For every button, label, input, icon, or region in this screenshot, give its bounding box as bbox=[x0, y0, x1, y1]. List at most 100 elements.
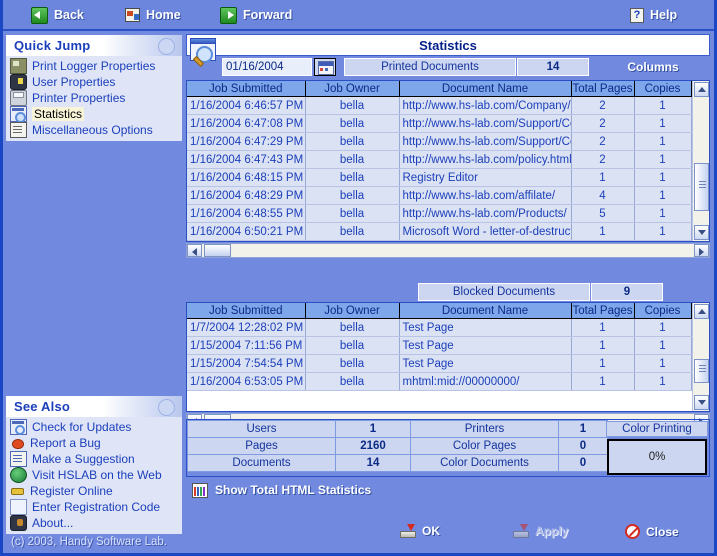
table-row[interactable]: 1/16/2004 6:53:05 PM bella mhtml:mid://0… bbox=[187, 372, 692, 391]
scrollbar-thumb[interactable] bbox=[204, 244, 231, 257]
column-header-job-submitted[interactable]: Job Submitted bbox=[187, 303, 306, 319]
cell-job-owner: bella bbox=[305, 222, 400, 241]
summary-value-printers: 1 bbox=[558, 420, 608, 438]
printed-grid-vertical-scrollbar[interactable] bbox=[692, 81, 709, 241]
statistics-search-icon bbox=[190, 38, 220, 68]
cell-job-submitted: 1/15/2004 7:11:56 PM bbox=[187, 336, 306, 355]
cell-job-submitted: 1/16/2004 6:48:55 PM bbox=[187, 204, 306, 223]
see-also-collapse-button[interactable] bbox=[158, 399, 175, 416]
column-header-copies[interactable]: Copies bbox=[634, 303, 692, 319]
table-row[interactable]: 1/15/2004 7:54:54 PM bella Test Page 1 1 bbox=[187, 354, 692, 373]
back-button[interactable]: Back bbox=[31, 5, 84, 25]
sidebar-item-label: Miscellaneous Options bbox=[32, 123, 153, 137]
cell-job-submitted: 1/16/2004 6:47:29 PM bbox=[187, 132, 306, 151]
cell-job-submitted: 1/16/2004 6:50:21 PM bbox=[187, 222, 306, 241]
cell-job-owner: bella bbox=[305, 150, 400, 169]
table-row[interactable]: 1/16/2004 6:46:57 PM bella http://www.hs… bbox=[187, 96, 692, 115]
cell-document-name: http://www.hs-lab.com/Products/ bbox=[399, 204, 572, 223]
column-header-job-owner[interactable]: Job Owner bbox=[305, 303, 400, 319]
cell-job-submitted: 1/15/2004 7:54:54 PM bbox=[187, 354, 306, 373]
table-row[interactable]: 1/16/2004 6:51:27 PM bella MINI-PACK 105… bbox=[187, 240, 692, 241]
summary-value-pages: 2160 bbox=[335, 437, 411, 455]
cell-job-owner: bella bbox=[305, 168, 400, 187]
table-row[interactable]: 1/16/2004 6:50:21 PM bella Microsoft Wor… bbox=[187, 222, 692, 241]
help-button[interactable]: ? Help bbox=[630, 5, 677, 25]
table-row[interactable]: 1/16/2004 6:48:55 PM bella http://www.hs… bbox=[187, 204, 692, 223]
table-row[interactable]: 1/16/2004 6:47:43 PM bella http://www.hs… bbox=[187, 150, 692, 169]
summary-label-documents: Documents bbox=[187, 454, 336, 472]
scrollbar-thumb[interactable] bbox=[694, 359, 709, 383]
blocked-grid-vertical-scrollbar[interactable] bbox=[692, 303, 709, 411]
sidebar-item-label: Make a Suggestion bbox=[32, 452, 135, 466]
table-row[interactable]: 1/7/2004 12:28:02 PM bella Test Page 1 1 bbox=[187, 318, 692, 337]
forward-button[interactable]: Forward bbox=[220, 5, 292, 25]
sidebar-item-user-properties[interactable]: User Properties bbox=[6, 74, 182, 90]
table-row[interactable]: 1/16/2004 6:48:15 PM bella Registry Edit… bbox=[187, 168, 692, 187]
cell-total-pages: 1 bbox=[571, 222, 635, 241]
column-header-total-pages[interactable]: Total Pages bbox=[571, 303, 635, 319]
table-row[interactable]: 1/16/2004 6:47:08 PM bella http://www.hs… bbox=[187, 114, 692, 133]
table-row[interactable]: 1/16/2004 6:47:29 PM bella http://www.hs… bbox=[187, 132, 692, 151]
ok-button[interactable]: OK bbox=[400, 524, 440, 538]
chart-icon bbox=[192, 482, 208, 498]
cell-job-submitted: 1/16/2004 6:46:57 PM bbox=[187, 96, 306, 115]
sidebar-item-about[interactable]: About... bbox=[6, 515, 182, 531]
sidebar-item-printer-properties[interactable]: Printer Properties bbox=[6, 90, 182, 106]
cell-copies: 1 bbox=[634, 186, 692, 205]
sidebar-item-miscellaneous-options[interactable]: Miscellaneous Options bbox=[6, 122, 182, 138]
scroll-down-button[interactable] bbox=[694, 395, 709, 410]
calendar-icon[interactable] bbox=[314, 58, 336, 76]
summary-label-users: Users bbox=[187, 420, 336, 438]
column-header-copies[interactable]: Copies bbox=[634, 81, 692, 97]
column-header-total-pages[interactable]: Total Pages bbox=[571, 81, 635, 97]
scrollbar-thumb[interactable] bbox=[694, 163, 709, 211]
table-row[interactable]: 1/15/2004 7:11:56 PM bella Test Page 1 1 bbox=[187, 336, 692, 355]
cell-document-name: Test Page bbox=[399, 336, 572, 355]
scroll-left-button[interactable] bbox=[187, 244, 202, 257]
quick-jump-collapse-button[interactable] bbox=[158, 38, 175, 55]
quick-jump-list: Print Logger Properties User Properties … bbox=[6, 56, 182, 141]
sidebar-item-check-for-updates[interactable]: Check for Updates bbox=[6, 419, 182, 435]
cell-total-pages: 1 bbox=[571, 354, 635, 373]
quick-jump-header: Quick Jump bbox=[6, 35, 182, 56]
column-header-document-name[interactable]: Document Name bbox=[399, 81, 572, 97]
forward-arrow-icon bbox=[220, 6, 237, 24]
blocked-documents-grid: Job Submitted Job Owner Document Name To… bbox=[186, 302, 710, 412]
close-button[interactable]: Close bbox=[625, 524, 679, 539]
columns-button[interactable]: Columns bbox=[596, 58, 710, 76]
cell-document-name: http://www.hs-lab.com/Support/Cor bbox=[399, 114, 572, 133]
cell-job-owner: bella bbox=[305, 114, 400, 133]
summary-value-color-documents: 0 bbox=[558, 454, 608, 472]
apply-button[interactable]: Apply bbox=[513, 524, 568, 538]
column-header-job-owner[interactable]: Job Owner bbox=[305, 81, 400, 97]
column-header-document-name[interactable]: Document Name bbox=[399, 303, 572, 319]
cell-document-name: Test Page bbox=[399, 318, 572, 337]
forward-button-label: Forward bbox=[243, 8, 293, 22]
show-total-html-statistics-link[interactable]: Show Total HTML Statistics bbox=[192, 481, 371, 499]
column-header-job-submitted[interactable]: Job Submitted bbox=[187, 81, 306, 97]
sidebar-item-register-online[interactable]: Register Online bbox=[6, 483, 182, 499]
printed-documents-table: Job Submitted Job Owner Document Name To… bbox=[187, 81, 692, 241]
scroll-right-button[interactable] bbox=[694, 244, 709, 257]
summary-label-color-pages: Color Pages bbox=[410, 437, 559, 455]
date-input[interactable]: 01/16/2004 bbox=[222, 58, 312, 76]
sidebar-item-label: Print Logger Properties bbox=[32, 59, 156, 73]
printer-icon bbox=[10, 90, 27, 106]
scroll-up-button[interactable] bbox=[694, 304, 709, 319]
statistics-icon bbox=[10, 106, 27, 123]
sidebar-item-enter-registration-code[interactable]: Enter Registration Code bbox=[6, 499, 182, 515]
home-button[interactable]: Home bbox=[125, 5, 181, 25]
sidebar-item-visit-hslab-on-the-web[interactable]: Visit HSLAB on the Web bbox=[6, 467, 182, 483]
see-also-list: Check for Updates Report a Bug Make a Su… bbox=[6, 417, 182, 534]
summary-label-color-documents: Color Documents bbox=[410, 454, 559, 472]
scroll-down-button[interactable] bbox=[694, 225, 709, 240]
printed-grid-horizontal-scrollbar[interactable] bbox=[186, 243, 710, 258]
sidebar-item-statistics[interactable]: Statistics bbox=[6, 106, 182, 123]
scroll-up-button[interactable] bbox=[694, 82, 709, 97]
sidebar-item-report-a-bug[interactable]: Report a Bug bbox=[6, 435, 182, 451]
table-row[interactable]: 1/16/2004 6:48:29 PM bella http://www.hs… bbox=[187, 186, 692, 205]
cell-job-owner: bella bbox=[305, 372, 400, 391]
cell-total-pages: 1 bbox=[571, 168, 635, 187]
sidebar-item-make-a-suggestion[interactable]: Make a Suggestion bbox=[6, 451, 182, 467]
sidebar-item-print-logger-properties[interactable]: Print Logger Properties bbox=[6, 58, 182, 74]
